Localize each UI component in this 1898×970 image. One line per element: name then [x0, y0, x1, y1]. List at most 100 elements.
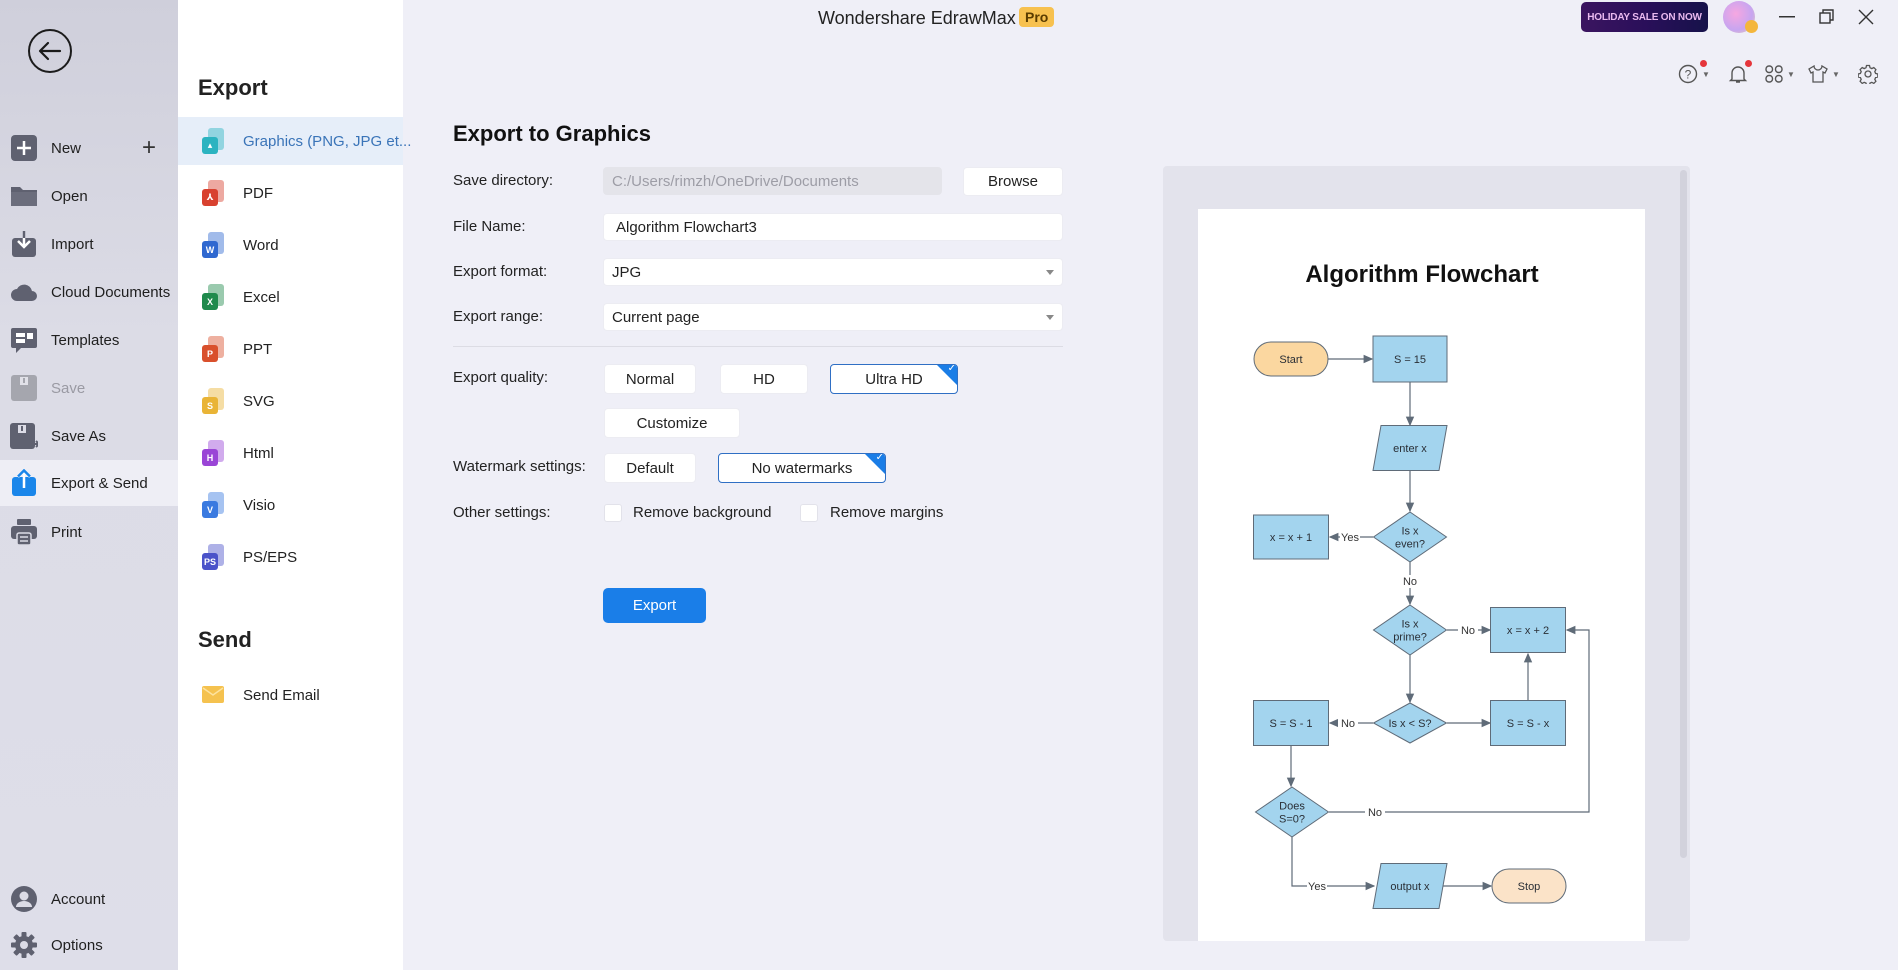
nav-item-export-send[interactable]: Export & Send — [0, 460, 178, 506]
minimize-icon — [1779, 16, 1795, 18]
export-format-pseps[interactable]: PS PS/EPS — [178, 533, 403, 581]
export-button[interactable]: Export — [603, 588, 706, 623]
quality-normal-button[interactable]: Normal — [604, 364, 696, 394]
email-icon — [202, 682, 224, 708]
nav-item-options[interactable]: Options — [0, 922, 178, 968]
file-name-input[interactable]: Algorithm Flowchart3 — [603, 213, 1063, 241]
form-title: Export to Graphics — [453, 121, 652, 146]
visio-file-icon: V — [202, 492, 224, 518]
export-format-ppt[interactable]: P PPT — [178, 325, 403, 373]
pdf-file-icon: ⅄ — [202, 180, 224, 206]
close-button[interactable] — [1851, 4, 1881, 30]
excel-file-icon: X — [202, 284, 224, 310]
nav-item-templates[interactable]: Templates — [0, 317, 178, 363]
html-file-icon: H — [202, 440, 224, 466]
export-format-select[interactable]: JPG — [603, 258, 1063, 286]
nav-label: Templates — [51, 331, 120, 349]
send-heading: Send — [198, 627, 252, 652]
file-name-label: File Name: — [453, 218, 526, 235]
export-format-word[interactable]: W Word — [178, 221, 403, 269]
nav-item-save-as[interactable]: Save As — [0, 413, 178, 459]
quality-ultra-hd-button[interactable]: Ultra HD ✓ — [830, 364, 958, 394]
save-as-icon — [10, 422, 38, 450]
nav-item-import[interactable]: Import — [0, 221, 178, 267]
quality-ultra-hd-label: Ultra HD — [865, 370, 923, 388]
notification-dot — [1700, 60, 1707, 67]
restore-icon — [1819, 9, 1834, 24]
nav-label: Save — [51, 379, 86, 397]
export-format-label: SVG — [243, 392, 275, 410]
export-format-label: PDF — [243, 184, 273, 202]
export-format-svg[interactable]: S SVG — [178, 377, 403, 425]
nav-item-new[interactable]: New + — [0, 125, 178, 171]
remove-margins-checkbox[interactable] — [800, 504, 818, 522]
shirt-theme-icon — [1808, 65, 1828, 83]
folder-icon — [10, 182, 38, 210]
export-format-label: Excel — [243, 288, 280, 306]
notifications-button[interactable] — [1728, 60, 1752, 86]
dropdown-arrow-icon — [1046, 315, 1054, 320]
export-format-label: PS/EPS — [243, 548, 298, 566]
send-email-item[interactable]: Send Email — [178, 671, 403, 719]
export-format-excel[interactable]: X Excel — [178, 273, 403, 321]
apps-button[interactable]: ▼ — [1765, 62, 1795, 86]
export-format-label: Export format: — [453, 263, 548, 280]
import-icon — [10, 230, 38, 258]
export-format-graphics[interactable]: ▴ Graphics (PNG, JPG et... — [178, 117, 411, 165]
other-settings-label: Other settings: — [453, 504, 551, 521]
help-button[interactable]: ? ▼ — [1678, 60, 1710, 86]
nav-label: Print — [51, 523, 82, 541]
export-format-html[interactable]: H Html — [178, 429, 403, 477]
remove-background-label[interactable]: Remove background — [633, 504, 771, 521]
app-title: Wondershare EdrawMax — [818, 8, 1016, 28]
preview-page — [1198, 209, 1645, 941]
nav-label: Import — [51, 235, 94, 253]
watermark-none-label: No watermarks — [751, 459, 853, 477]
chevron-down-icon: ▼ — [1702, 69, 1710, 79]
nav-item-save: Save — [0, 365, 178, 411]
export-format-label: Word — [243, 236, 279, 254]
nav-label: Save As — [51, 427, 107, 445]
nav-item-open[interactable]: Open — [0, 173, 178, 219]
quality-customize-button[interactable]: Customize — [604, 408, 740, 438]
gear-icon — [1858, 64, 1878, 84]
chevron-down-icon: ▼ — [1787, 69, 1795, 79]
remove-background-checkbox[interactable] — [604, 504, 622, 522]
export-format-pdf[interactable]: ⅄ PDF — [178, 169, 403, 217]
watermark-default-button[interactable]: Default — [604, 453, 696, 483]
watermark-none-button[interactable]: No watermarks ✓ — [718, 453, 886, 483]
holiday-sale-banner[interactable]: HOLIDAY SALE ON NOW — [1581, 2, 1708, 32]
export-format-label: PPT — [243, 340, 273, 358]
remove-margins-label[interactable]: Remove margins — [830, 504, 943, 521]
export-panel: Export ▴ Graphics (PNG, JPG et... ⅄ PDF W Wor… — [178, 0, 411, 970]
settings-button[interactable] — [1858, 62, 1878, 86]
export-format-visio[interactable]: V Visio — [178, 481, 403, 529]
user-avatar[interactable] — [1723, 1, 1758, 33]
export-range-select[interactable]: Current page — [603, 303, 1063, 331]
print-icon — [10, 518, 38, 546]
apps-grid-icon — [1765, 65, 1783, 83]
preview-scrollbar[interactable] — [1680, 170, 1687, 858]
theme-button[interactable]: ▼ — [1808, 62, 1840, 86]
minimize-button[interactable] — [1772, 4, 1802, 30]
check-icon: ✓ — [875, 453, 884, 463]
close-icon — [1858, 9, 1874, 25]
export-format-value: JPG — [612, 263, 642, 281]
quick-new-plus-icon[interactable]: + — [142, 136, 156, 160]
back-button[interactable] — [28, 29, 72, 73]
divider — [453, 346, 1063, 347]
export-format-label: Graphics (PNG, JPG et... — [243, 132, 412, 150]
pro-badge: Pro — [1019, 7, 1055, 27]
notification-dot — [1745, 60, 1752, 67]
nav-item-account[interactable]: Account — [0, 876, 178, 922]
svg-text:?: ? — [1685, 68, 1692, 82]
quality-hd-button[interactable]: HD — [720, 364, 808, 394]
watermark-label: Watermark settings: — [453, 458, 586, 475]
word-file-icon: W — [202, 232, 224, 258]
pseps-file-icon: PS — [202, 544, 224, 570]
browse-button[interactable]: Browse — [963, 167, 1063, 196]
nav-item-cloud-documents[interactable]: Cloud Documents — [0, 269, 178, 315]
restore-button[interactable] — [1812, 4, 1842, 30]
nav-label: Open — [51, 187, 88, 205]
nav-item-print[interactable]: Print — [0, 509, 178, 555]
